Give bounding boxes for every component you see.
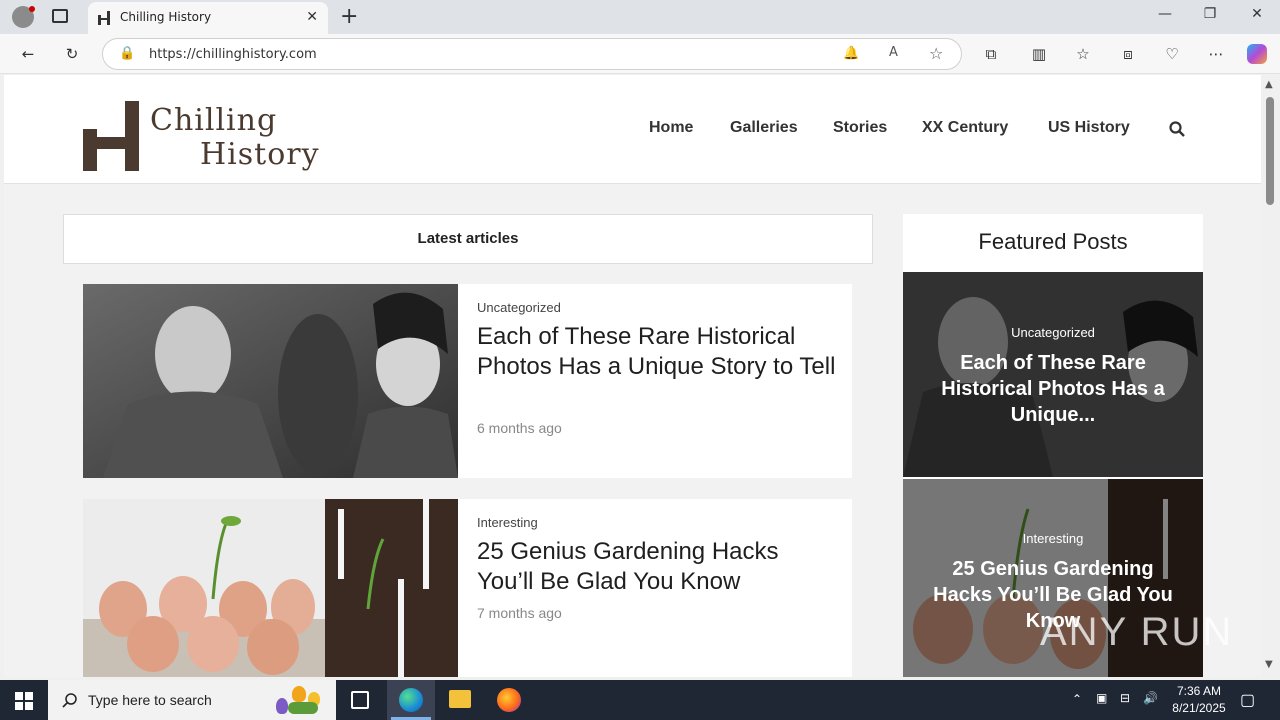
restore-icon[interactable]: ❐ — [1200, 6, 1220, 22]
favorite-star-icon[interactable]: ☆ — [929, 44, 943, 63]
refresh-icon[interactable]: ↻ — [62, 44, 82, 64]
featured-post-category[interactable]: Interesting — [903, 531, 1203, 546]
tab-chilling-history[interactable]: Chilling History ✕ — [88, 2, 328, 34]
browser-toolbar: ← ↻ 🔒 https://chillinghistory.com 🔔 A ☆ … — [0, 34, 1280, 74]
article-category[interactable]: Uncategorized — [477, 300, 561, 315]
clock-date[interactable]: 8/21/2025 — [1166, 701, 1232, 715]
featured-post-card[interactable]: Uncategorized Each of These Rare Histori… — [903, 272, 1203, 477]
read-aloud-icon[interactable]: A — [889, 45, 898, 60]
nav-home[interactable]: Home — [649, 119, 693, 137]
browser-tab-bar: Chilling History ✕ + — ❐ ✕ — [0, 0, 1280, 34]
article-image[interactable] — [83, 284, 458, 478]
taskbar: Type here to search ⌃ ▣ ⊟ 🔊 7:36 AM 8/21… — [0, 680, 1280, 720]
taskbar-search-icon — [62, 693, 77, 708]
nav-galleries[interactable]: Galleries — [730, 119, 798, 137]
notifications-icon[interactable]: ▢ — [1240, 690, 1255, 710]
nav-us-history[interactable]: US History — [1048, 119, 1130, 137]
tab-close-icon[interactable]: ✕ — [306, 9, 318, 25]
notification-dot-icon — [29, 6, 35, 12]
site-header: Chilling History Home Galleries Stories … — [4, 75, 1261, 184]
browser-essentials-icon[interactable]: ♡ — [1162, 44, 1182, 64]
tab-actions-icon[interactable] — [52, 9, 68, 23]
split-screen-icon[interactable]: ▥ — [1029, 44, 1049, 64]
collections-icon[interactable]: ⧈ — [1118, 44, 1138, 64]
nav-xx-century[interactable]: XX Century — [922, 119, 1008, 137]
logo-text-line2[interactable]: History — [200, 137, 320, 172]
tray-device-icon[interactable]: ▣ — [1096, 691, 1107, 705]
scrollbar-thumb[interactable] — [1266, 97, 1274, 205]
tray-overflow-icon[interactable]: ⌃ — [1072, 692, 1082, 706]
network-icon[interactable]: ⊟ — [1120, 691, 1130, 705]
article-category[interactable]: Interesting — [477, 515, 538, 530]
taskbar-search-placeholder: Type here to search — [88, 692, 212, 708]
clock-time[interactable]: 7:36 AM — [1170, 684, 1228, 698]
anyrun-watermark: ANY RUN — [1040, 610, 1234, 654]
search-highlight-flowers-icon — [266, 686, 328, 716]
latest-articles-header: Latest articles — [63, 214, 873, 264]
back-icon[interactable]: ← — [18, 44, 38, 64]
article-title[interactable]: Each of These Rare Historical Photos Has… — [477, 322, 837, 382]
minimize-icon[interactable]: — — [1155, 6, 1175, 22]
address-url: https://chillinghistory.com — [149, 47, 317, 62]
edge-icon — [399, 688, 423, 712]
scroll-up-icon[interactable]: ▲ — [1265, 79, 1273, 90]
logo-text-line1[interactable]: Chilling — [150, 103, 277, 138]
alert-bell-icon[interactable]: 🔔 — [843, 46, 859, 61]
featured-posts-widget: Featured Posts Uncategorized Each of The… — [903, 214, 1203, 677]
article-card[interactable]: Interesting 25 Genius Gardening Hacks Yo… — [83, 499, 852, 677]
volume-icon[interactable]: 🔊 — [1143, 691, 1158, 705]
page-scrollbar[interactable]: ▲ ▼ — [1261, 75, 1280, 677]
nav-stories[interactable]: Stories — [833, 119, 887, 137]
featured-post-title[interactable]: Each of These Rare Historical Photos Has… — [923, 350, 1183, 428]
tab-title: Chilling History — [120, 10, 212, 24]
featured-posts-title: Featured Posts — [978, 229, 1128, 254]
edge-taskbar-button[interactable] — [387, 680, 435, 720]
task-view-icon[interactable] — [351, 691, 369, 709]
firefox-icon[interactable] — [497, 688, 521, 712]
article-time: 6 months ago — [477, 420, 562, 436]
more-menu-icon[interactable]: ⋯ — [1206, 44, 1226, 64]
latest-articles-title: Latest articles — [417, 230, 519, 247]
extensions-icon[interactable]: ⧉ — [981, 44, 1001, 64]
address-bar[interactable]: 🔒 https://chillinghistory.com 🔔 A ☆ — [102, 38, 962, 70]
favorites-icon[interactable]: ☆ — [1073, 44, 1093, 64]
site-favicon-icon — [98, 11, 110, 25]
article-card[interactable]: Uncategorized Each of These Rare Histori… — [83, 284, 852, 478]
file-explorer-icon[interactable] — [449, 690, 471, 708]
page-viewport: Chilling History Home Galleries Stories … — [4, 75, 1261, 677]
article-time: 7 months ago — [477, 605, 562, 621]
site-info-icon[interactable]: 🔒 — [119, 46, 135, 61]
article-title[interactable]: 25 Genius Gardening Hacks You’ll Be Glad… — [477, 537, 837, 597]
featured-post-category[interactable]: Uncategorized — [903, 325, 1203, 340]
site-logo-mark-icon[interactable] — [83, 101, 139, 171]
search-icon[interactable] — [1169, 121, 1185, 137]
window-close-icon[interactable]: ✕ — [1247, 6, 1267, 22]
article-image[interactable] — [83, 499, 458, 677]
taskbar-search-box[interactable]: Type here to search — [48, 680, 336, 720]
new-tab-icon[interactable]: + — [340, 4, 358, 29]
windows-start-icon[interactable] — [15, 692, 33, 710]
scroll-down-icon[interactable]: ▼ — [1265, 659, 1273, 670]
copilot-icon[interactable] — [1247, 44, 1267, 64]
